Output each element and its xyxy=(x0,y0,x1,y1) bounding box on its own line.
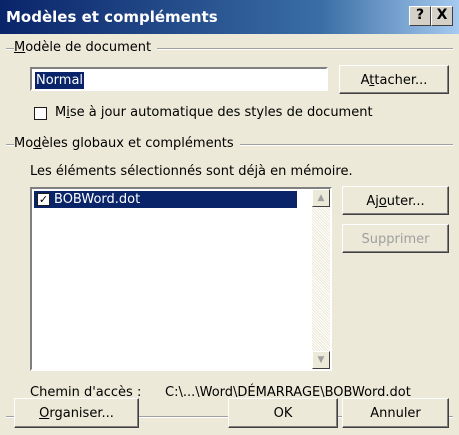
remove-button[interactable]: Supprimer xyxy=(342,224,449,253)
remove-button-label: Supprimer xyxy=(361,232,430,247)
templates-dialog: Modèles et compléments ? X Modèle de doc… xyxy=(0,0,459,435)
attach-button-label: Attacher... xyxy=(360,73,428,88)
add-button-label: Ajouter... xyxy=(366,194,425,209)
window-title: Modèles et compléments xyxy=(6,8,218,26)
attach-button[interactable]: Attacher... xyxy=(339,65,449,94)
scroll-down-arrow-icon[interactable]: ▼ xyxy=(312,351,330,369)
title-bar: Modèles et compléments ? X xyxy=(0,0,459,34)
auto-update-checkbox[interactable] xyxy=(34,107,47,120)
global-templates-group-label: Modèles globaux et compléments xyxy=(14,136,240,151)
organize-button-label: Organiser... xyxy=(39,406,114,421)
cancel-button-label: Annuler xyxy=(370,406,421,421)
listbox-scrollbar[interactable]: ▲ ▼ xyxy=(312,189,330,369)
ok-button-label: OK xyxy=(273,406,293,421)
document-template-group-label: Modèle de document xyxy=(14,40,158,55)
ok-button[interactable]: OK xyxy=(228,398,338,428)
close-button[interactable]: X xyxy=(431,6,453,26)
list-item-checkbox[interactable]: ✓ xyxy=(37,193,50,206)
list-item[interactable]: ✓ BOBWord.dot xyxy=(34,191,297,208)
template-input-value: Normal xyxy=(35,72,85,89)
auto-update-label: Mise à jour automatique des styles de do… xyxy=(55,105,373,120)
loaded-info-text: Les éléments sélectionnés sont déjà en m… xyxy=(30,164,353,179)
organize-button[interactable]: Organiser... xyxy=(14,398,139,428)
list-item-label: BOBWord.dot xyxy=(54,192,141,207)
templates-listbox[interactable]: ✓ BOBWord.dot ▲ ▼ xyxy=(30,187,332,371)
add-button[interactable]: Ajouter... xyxy=(342,186,449,215)
cancel-button[interactable]: Annuler xyxy=(342,398,449,428)
help-button[interactable]: ? xyxy=(409,6,431,26)
scroll-up-arrow-icon[interactable]: ▲ xyxy=(312,189,330,207)
template-input[interactable]: Normal xyxy=(30,67,328,91)
